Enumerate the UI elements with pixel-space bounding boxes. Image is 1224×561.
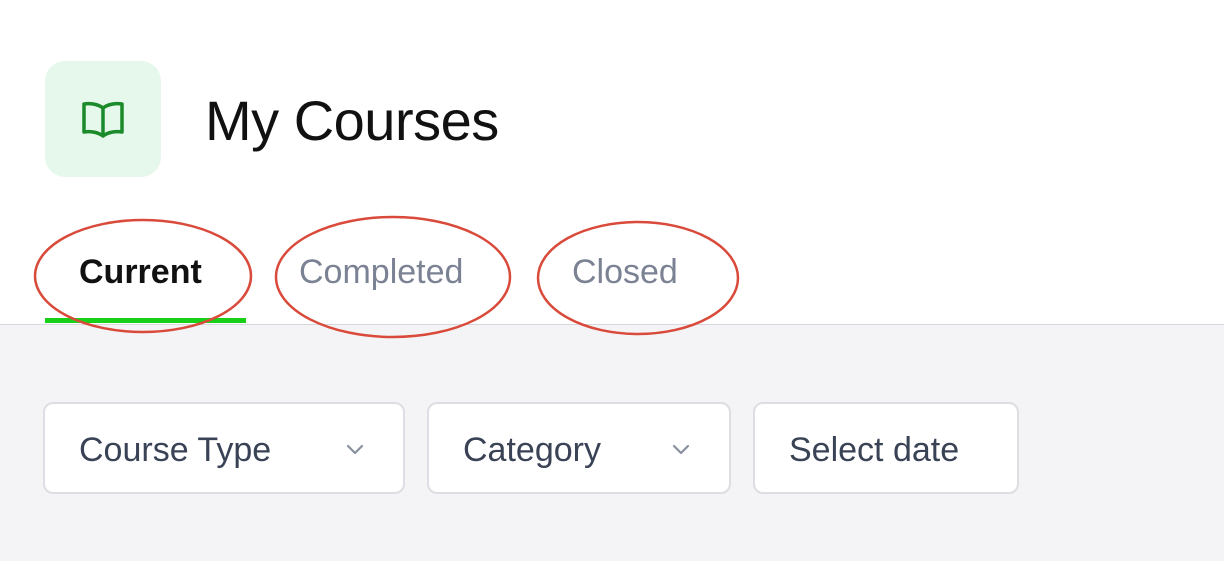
chevron-down-icon: [672, 444, 690, 455]
tab-closed[interactable]: Closed: [572, 250, 678, 294]
chevron-down-icon: [346, 444, 364, 455]
page-title: My Courses: [205, 89, 499, 152]
active-tab-indicator: [45, 318, 246, 323]
open-book-icon: [82, 101, 124, 138]
courses-icon-tile: [45, 61, 161, 177]
tab-current[interactable]: Current: [79, 250, 202, 294]
category-label: Category: [463, 431, 601, 469]
select-date-button[interactable]: Select date: [753, 402, 1019, 494]
category-dropdown[interactable]: Category: [427, 402, 731, 494]
tab-completed[interactable]: Completed: [299, 250, 463, 294]
select-date-label: Select date: [789, 431, 960, 469]
course-type-dropdown[interactable]: Course Type: [43, 402, 405, 494]
course-type-label: Course Type: [79, 431, 272, 469]
page-header: My Courses Current Completed Closed: [0, 0, 1224, 325]
